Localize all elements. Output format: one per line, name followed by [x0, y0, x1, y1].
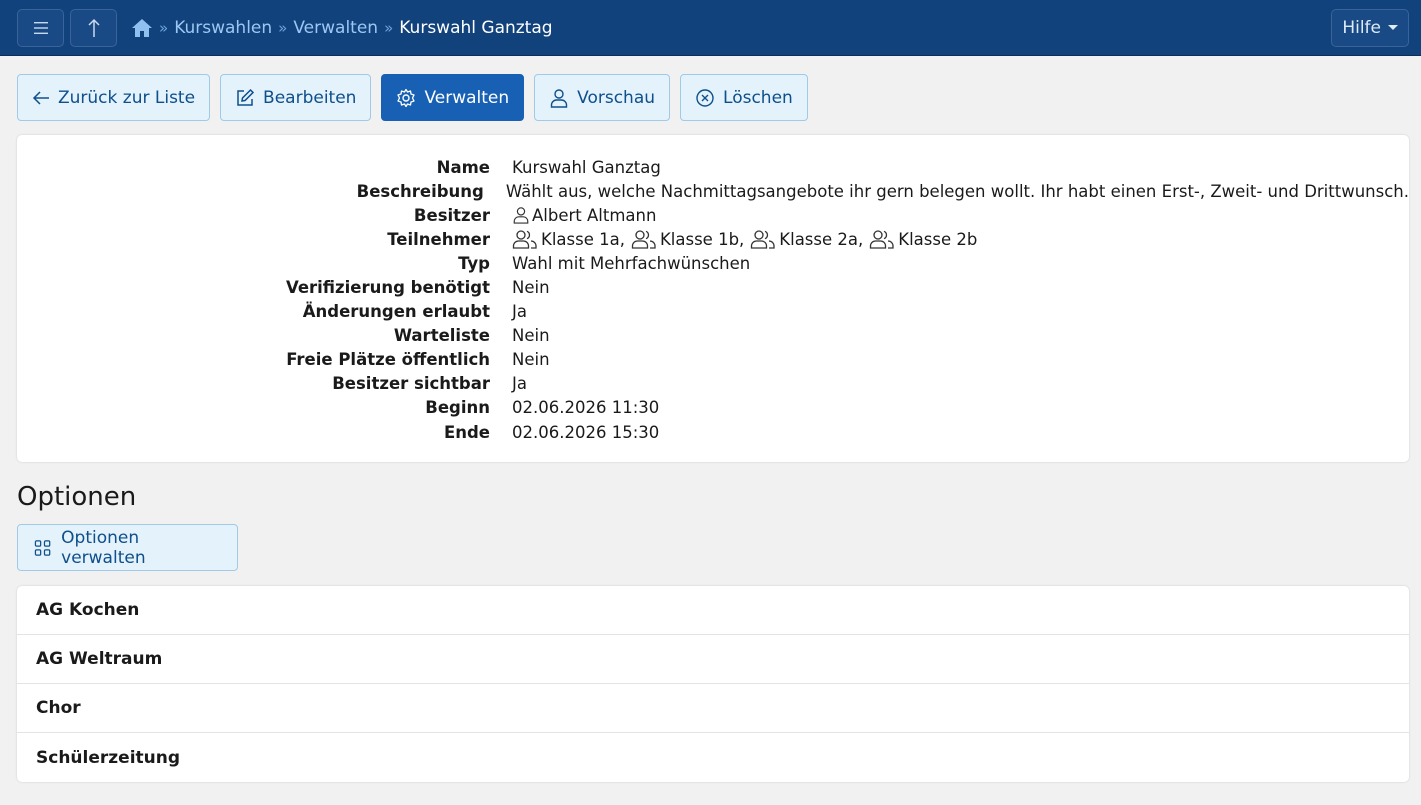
user-icon: [512, 206, 530, 224]
breadcrumb-item-verwalten[interactable]: Verwalten: [293, 18, 378, 38]
users-icon: [631, 230, 656, 249]
detail-row-owner-visible: Besitzer sichtbar Ja: [17, 372, 1409, 396]
waitlist-value: Nein: [512, 326, 550, 346]
participant-group: Klasse 2a,: [750, 229, 863, 249]
waitlist-label: Warteliste: [393, 326, 490, 346]
breadcrumb-item-kurswahlen[interactable]: Kurswahlen: [174, 18, 272, 38]
top-navigation-bar: » Kurswahlen » Verwalten » Kurswahl Ganz…: [0, 0, 1421, 56]
options-heading: Optionen: [17, 482, 137, 513]
participant-name: Klasse 2b: [898, 229, 978, 249]
option-item[interactable]: AG Kochen: [17, 586, 1409, 636]
action-toolbar: Zurück zur Liste Bearbeiten Verwalten Vo…: [0, 56, 1421, 121]
hamburger-icon: [33, 21, 48, 34]
type-label: Typ: [458, 253, 490, 273]
description-label: Beschreibung: [356, 181, 484, 201]
start-value: 02.06.2026 11:30: [512, 398, 660, 418]
detail-row-end: Ende 02.06.2026 15:30: [17, 420, 1409, 444]
verification-label: Verifizierung benötigt: [285, 278, 490, 298]
owner-label: Besitzer: [413, 205, 490, 225]
participant-group: Klasse 1b,: [631, 229, 744, 249]
detail-row-owner: Besitzer Albert Altmann: [17, 203, 1409, 227]
gear-icon: [397, 88, 416, 107]
users-icon: [870, 230, 894, 249]
detail-row-waitlist: Warteliste Nein: [17, 324, 1409, 348]
participant-name: Klasse 1a,: [541, 229, 625, 249]
participant-name: Klasse 1b,: [659, 229, 745, 249]
option-item[interactable]: Schülerzeitung: [17, 733, 1409, 782]
owner-name: Albert Altmann: [532, 205, 657, 225]
manage-options-label: Optionen verwalten: [61, 527, 146, 568]
end-label: Ende: [443, 422, 490, 442]
menu-button[interactable]: [17, 8, 64, 47]
help-dropdown-button[interactable]: Hilfe: [1331, 8, 1409, 47]
detail-row-verification: Verifizierung benötigt Nein: [17, 275, 1409, 299]
free-places-value: Nein: [512, 350, 550, 370]
option-item[interactable]: Chor: [17, 684, 1409, 734]
participant-name: Klasse 2a,: [779, 229, 864, 249]
owner-visible-label: Besitzer sichtbar: [332, 374, 490, 394]
start-label: Beginn: [425, 398, 490, 418]
user-icon: [550, 88, 568, 108]
arrow-left-icon: [32, 90, 49, 105]
manage-options-button[interactable]: Optionen verwalten: [17, 524, 238, 572]
detail-row-type: Typ Wahl mit Mehrfachwünschen: [17, 251, 1409, 275]
breadcrumb-separator: »: [278, 18, 288, 37]
users-icon: [751, 230, 775, 249]
edit-label: Bearbeiten: [263, 87, 357, 108]
back-to-list-button[interactable]: Zurück zur Liste: [17, 74, 211, 121]
up-level-button[interactable]: [70, 8, 117, 47]
manage-label: Verwalten: [424, 87, 510, 108]
name-label: Name: [436, 157, 490, 177]
breadcrumb: » Kurswahlen » Verwalten » Kurswahl Ganz…: [131, 18, 553, 38]
end-value: 02.06.2026 15:30: [512, 422, 660, 442]
detail-row-name: Name Kurswahl Ganztag: [17, 155, 1409, 179]
participants-value: Klasse 1a, Klasse 1b, Klasse 2a, Klasse …: [512, 229, 983, 249]
description-value: Wählt aus, welche Nachmittagsangebote ih…: [505, 181, 1409, 201]
type-value: Wahl mit Mehrfachwünschen: [512, 253, 751, 273]
changes-label: Änderungen erlaubt: [302, 302, 490, 322]
home-icon: [132, 18, 152, 37]
owner-visible-value: Ja: [512, 374, 527, 394]
participant-group: Klasse 2b: [869, 229, 977, 249]
edit-icon: [237, 88, 255, 106]
participants-label: Teilnehmer: [387, 229, 490, 249]
breadcrumb-separator: »: [384, 18, 394, 37]
participant-group: Klasse 1a,: [512, 229, 625, 249]
name-value: Kurswahl Ganztag: [512, 157, 661, 177]
preview-label: Vorschau: [577, 87, 656, 108]
breadcrumb-current: Kurswahl Ganztag: [399, 17, 553, 38]
delete-label: Löschen: [723, 87, 793, 108]
users-icon: [512, 230, 537, 249]
changes-value: Ja: [512, 302, 527, 322]
detail-row-start: Beginn 02.06.2026 11:30: [17, 396, 1409, 420]
preview-button[interactable]: Vorschau: [534, 74, 671, 121]
option-item[interactable]: AG Weltraum: [17, 635, 1409, 685]
verification-value: Nein: [512, 278, 550, 298]
detail-row-free-places: Freie Plätze öffentlich Nein: [17, 348, 1409, 372]
options-list: AG Kochen AG Weltraum Chor Schülerzeitun…: [17, 586, 1409, 783]
x-circle-icon: [696, 88, 714, 107]
details-card: Name Kurswahl Ganztag Beschreibung Wählt…: [17, 135, 1409, 463]
free-places-label: Freie Plätze öffentlich: [286, 350, 490, 370]
arrow-up-icon: [87, 18, 100, 37]
owner-value: Albert Altmann: [512, 206, 656, 225]
delete-button[interactable]: Löschen: [680, 74, 808, 121]
edit-button[interactable]: Bearbeiten: [220, 74, 372, 121]
home-link[interactable]: [131, 18, 153, 38]
detail-row-changes: Änderungen erlaubt Ja: [17, 300, 1409, 324]
breadcrumb-separator: »: [159, 18, 169, 37]
grid-icon: [34, 539, 51, 556]
detail-row-participants: Teilnehmer Klasse 1a, Klasse 1b, Klasse …: [17, 227, 1409, 251]
help-label: Hilfe: [1342, 17, 1381, 38]
detail-row-description: Beschreibung Wählt aus, welche Nachmitta…: [17, 179, 1409, 203]
caret-down-icon: [1388, 25, 1398, 30]
manage-button[interactable]: Verwalten: [381, 74, 525, 121]
back-to-list-label: Zurück zur Liste: [58, 87, 196, 108]
